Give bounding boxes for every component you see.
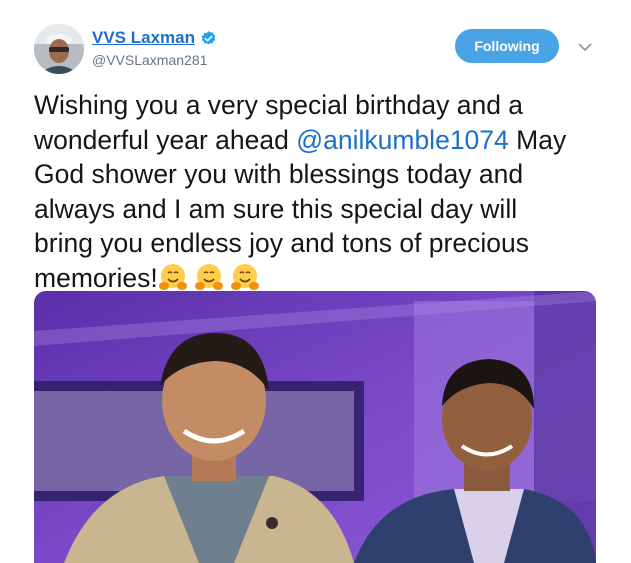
avatar-image [34,24,84,74]
following-button[interactable]: Following [455,29,559,63]
mention-link[interactable]: @anilkumble1074 [296,125,509,155]
tweet-text: Wishing you a very special birthday and … [34,88,609,295]
tweet-line: always and I am sure this special day wi… [34,193,518,224]
photo-image [34,291,596,563]
hugging-face-emoji [194,262,224,292]
author-handle[interactable]: @VVSLaxman281 [92,52,207,68]
author-name[interactable]: VVS Laxman [92,28,195,48]
chevron-down-icon[interactable] [576,38,594,56]
hugging-face-emoji [158,262,188,292]
tweet-text-segment: May [508,124,567,155]
tweet-line: bring you endless joy and tons of precio… [34,228,529,258]
author-avatar[interactable] [34,24,84,74]
author-name-row: VVS Laxman [92,28,217,48]
tweet-photo[interactable] [34,291,596,563]
tweet-line: memories! [34,261,609,296]
tweet-line: Wishing you a very special birthday and … [34,90,524,120]
tweet-line: wonderful year ahead @anilkumble1074 May [34,123,609,158]
hugging-face-emoji [230,262,260,292]
tweet-text-segment: wonderful year ahead [34,124,297,155]
tweet-text-segment: memories! [34,262,158,293]
verified-badge-icon [200,30,217,47]
tweet-line: God shower you with blessings today and [34,159,524,189]
